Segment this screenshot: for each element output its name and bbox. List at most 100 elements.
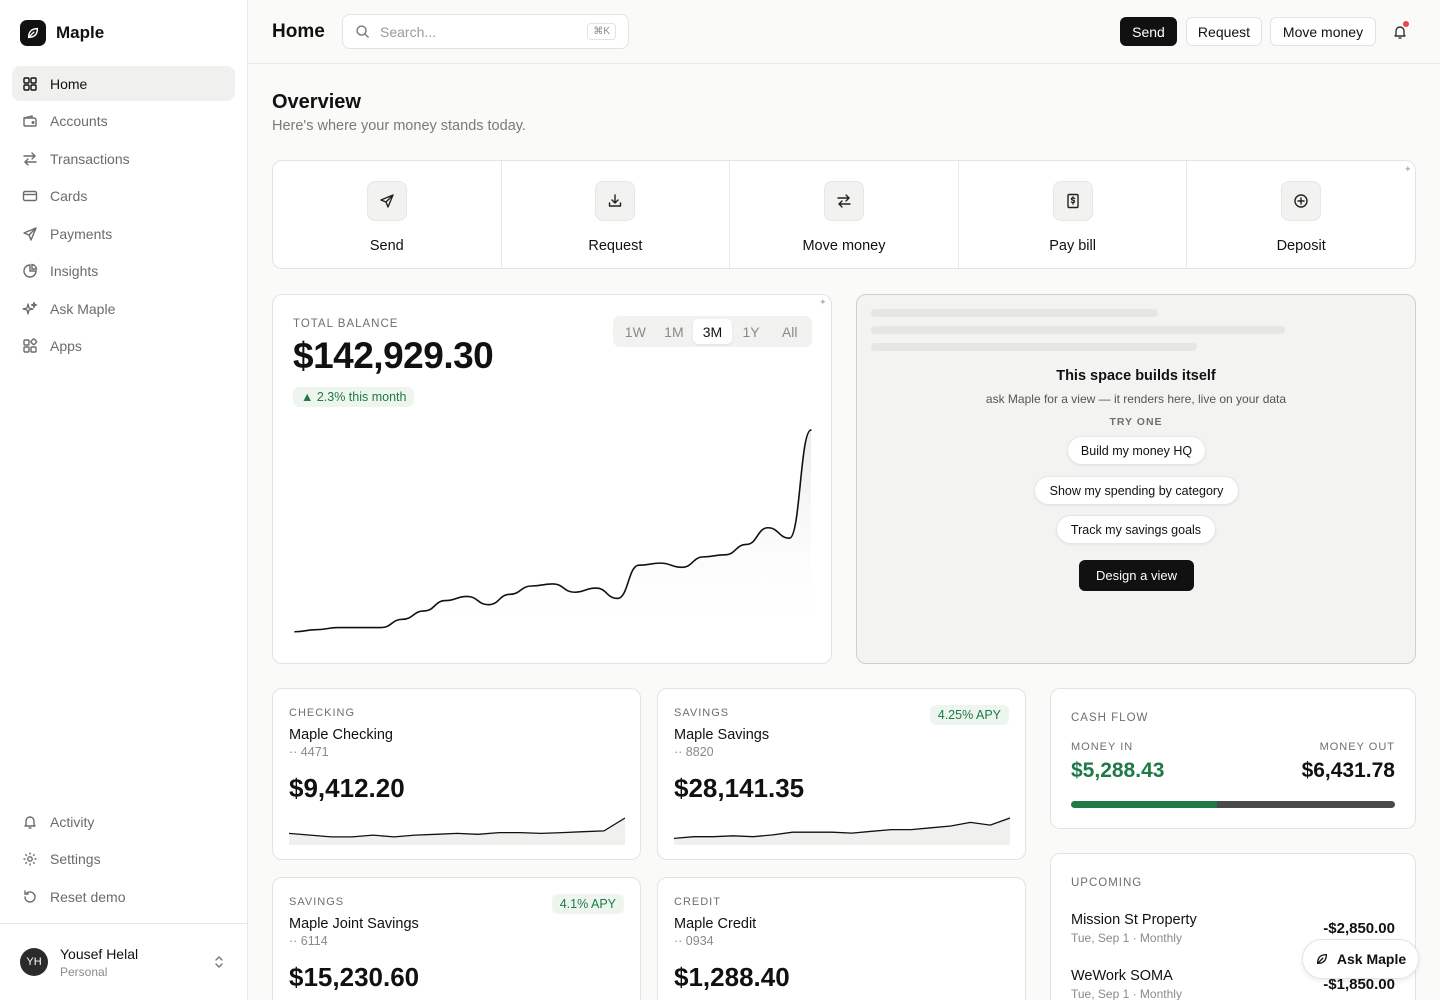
sidebar-item-label: Cards bbox=[50, 188, 88, 204]
balance-delta-badge: ▲ 2.3% this month bbox=[293, 387, 415, 407]
account-balance: $9,412.20 bbox=[289, 773, 405, 803]
builder-title: This space builds itself bbox=[1056, 368, 1216, 384]
account-card-credit[interactable]: CREDIT Maple Credit ·· 0934 $1,288.40 bbox=[657, 877, 1026, 1000]
suggestion-chip[interactable]: Show my spending by category bbox=[1034, 476, 1239, 505]
account-type: CREDIT bbox=[674, 896, 721, 908]
sidebar-item-label: Transactions bbox=[50, 150, 130, 167]
sidebar-item-settings[interactable]: Settings bbox=[12, 842, 235, 877]
account-balance: $28,141.35 bbox=[674, 773, 805, 803]
download-icon bbox=[595, 181, 636, 221]
bell-icon bbox=[24, 815, 36, 829]
upcoming-item-amount: -$2,850.00 bbox=[1323, 920, 1395, 937]
account-name: Maple Checking bbox=[289, 727, 393, 743]
section-title: Overview bbox=[272, 91, 361, 113]
brand[interactable]: Maple bbox=[20, 20, 104, 46]
sidebar-item-accounts[interactable]: Accounts bbox=[12, 104, 235, 139]
sidebar-item-label: Reset demo bbox=[50, 888, 126, 905]
quick-action-pay-bill[interactable]: Pay bill bbox=[959, 161, 1188, 268]
ask-maple-button[interactable]: Ask Maple bbox=[1302, 939, 1419, 979]
balance-label: TOTAL BALANCE bbox=[293, 318, 399, 330]
sidebar: Maple Home Accounts Transactions Cards P… bbox=[0, 0, 248, 1000]
sidebar-item-label: Home bbox=[50, 75, 88, 92]
move-money-button[interactable]: Move money bbox=[1270, 17, 1376, 46]
sidebar-item-activity[interactable]: Activity bbox=[12, 804, 235, 839]
account-card-savings[interactable]: SAVINGS 4.25% APY Maple Savings ·· 8820 … bbox=[657, 688, 1026, 860]
sidebar-item-transactions[interactable]: Transactions bbox=[12, 141, 235, 176]
balance-amount: $142,929.30 bbox=[293, 335, 494, 376]
range-1m[interactable]: 1M bbox=[655, 319, 694, 344]
sidebar-item-cards[interactable]: Cards bbox=[12, 179, 235, 214]
card-icon bbox=[22, 190, 38, 202]
suggestion-chip[interactable]: Build my money HQ bbox=[1067, 436, 1206, 465]
range-1w[interactable]: 1W bbox=[616, 319, 655, 344]
send-icon bbox=[366, 181, 407, 221]
money-out-bar bbox=[1216, 801, 1395, 808]
quick-action-label: Send bbox=[369, 238, 404, 254]
range-selector: 1W 1M 3M 1Y All bbox=[613, 316, 812, 347]
pie-icon bbox=[23, 263, 38, 278]
quick-action-label: Pay bill bbox=[1049, 238, 1096, 254]
account-sparkline bbox=[289, 817, 625, 845]
upcoming-label: UPCOMING bbox=[1071, 877, 1143, 889]
sparkline-area bbox=[674, 818, 1010, 845]
money-in-label: MONEY IN bbox=[1071, 741, 1134, 753]
design-view-button[interactable]: Design a view bbox=[1079, 560, 1194, 591]
range-1y[interactable]: 1Y bbox=[732, 319, 771, 344]
sidebar-item-label: Insights bbox=[50, 263, 99, 279]
sidebar-item-label: Activity bbox=[50, 813, 95, 830]
arrows-icon bbox=[23, 151, 37, 166]
search-box[interactable]: ⌘K bbox=[342, 14, 629, 49]
apy-badge: 4.25% APY bbox=[929, 705, 1009, 725]
transfer-icon bbox=[823, 181, 864, 221]
search-input[interactable] bbox=[380, 23, 580, 40]
money-in-bar bbox=[1071, 801, 1217, 808]
skeleton-line bbox=[871, 309, 1158, 317]
sidebar-item-home[interactable]: Home bbox=[12, 66, 235, 101]
builder-try-label: TRY ONE bbox=[1109, 416, 1163, 428]
app-name: Maple bbox=[56, 23, 105, 42]
send-button[interactable]: Send bbox=[1120, 17, 1177, 46]
account-card-checking[interactable]: CHECKING Maple Checking ·· 4471 $9,412.2… bbox=[272, 688, 641, 860]
quick-action-deposit[interactable]: Deposit bbox=[1187, 161, 1415, 268]
user-switcher[interactable]: YH Yousef Helal Personal bbox=[0, 923, 247, 1000]
apy-badge: 4.1% APY bbox=[551, 894, 624, 914]
sidebar-item-ask-maple[interactable]: Ask Maple bbox=[12, 291, 235, 326]
cash-flow-label: CASH FLOW bbox=[1071, 712, 1149, 724]
sparkle-icon: ✦ bbox=[819, 297, 827, 307]
sparkle-icon: ✦ bbox=[1404, 164, 1412, 174]
sidebar-item-reset-demo[interactable]: Reset demo bbox=[12, 879, 235, 914]
search-shortcut: ⌘K bbox=[587, 23, 616, 40]
balance-area bbox=[295, 430, 811, 642]
sidebar-nav: Home Accounts Transactions Cards Payment… bbox=[12, 66, 235, 366]
account-type: CHECKING bbox=[289, 707, 356, 719]
notifications-button[interactable] bbox=[1390, 21, 1410, 41]
range-all[interactable]: All bbox=[770, 319, 809, 344]
gear-icon bbox=[23, 852, 37, 866]
account-mask: ·· 6114 bbox=[289, 934, 328, 948]
account-card-joint-savings[interactable]: SAVINGS 4.1% APY Maple Joint Savings ·· … bbox=[272, 877, 641, 1000]
cash-flow-bar bbox=[1071, 801, 1395, 808]
grid-icon bbox=[23, 76, 37, 91]
range-3m[interactable]: 3M bbox=[693, 319, 732, 344]
sidebar-item-payments[interactable]: Payments bbox=[12, 216, 235, 251]
account-type: SAVINGS bbox=[289, 896, 345, 908]
sidebar-item-insights[interactable]: Insights bbox=[12, 254, 235, 289]
avatar: YH bbox=[20, 948, 48, 976]
quick-action-send[interactable]: Send bbox=[273, 161, 502, 268]
bill-icon bbox=[1052, 181, 1093, 221]
wallet-icon bbox=[23, 115, 37, 127]
quick-action-label: Request bbox=[588, 238, 643, 254]
account-name: Maple Savings bbox=[674, 727, 770, 743]
notification-dot bbox=[1403, 21, 1409, 27]
view-builder-panel: This space builds itself ask Maple for a… bbox=[856, 294, 1416, 664]
request-button[interactable]: Request bbox=[1186, 17, 1262, 46]
account-balance: $1,288.40 bbox=[674, 962, 790, 992]
quick-action-move-money[interactable]: Move money bbox=[730, 161, 959, 268]
user-plan: Personal bbox=[60, 964, 108, 979]
sidebar-item-label: Apps bbox=[50, 338, 82, 354]
account-mask: ·· 4471 bbox=[289, 745, 329, 759]
quick-action-request[interactable]: Request bbox=[502, 161, 731, 268]
sidebar-item-apps[interactable]: Apps bbox=[12, 329, 235, 364]
suggestion-chip[interactable]: Track my savings goals bbox=[1056, 515, 1216, 544]
quick-action-label: Deposit bbox=[1276, 238, 1326, 254]
